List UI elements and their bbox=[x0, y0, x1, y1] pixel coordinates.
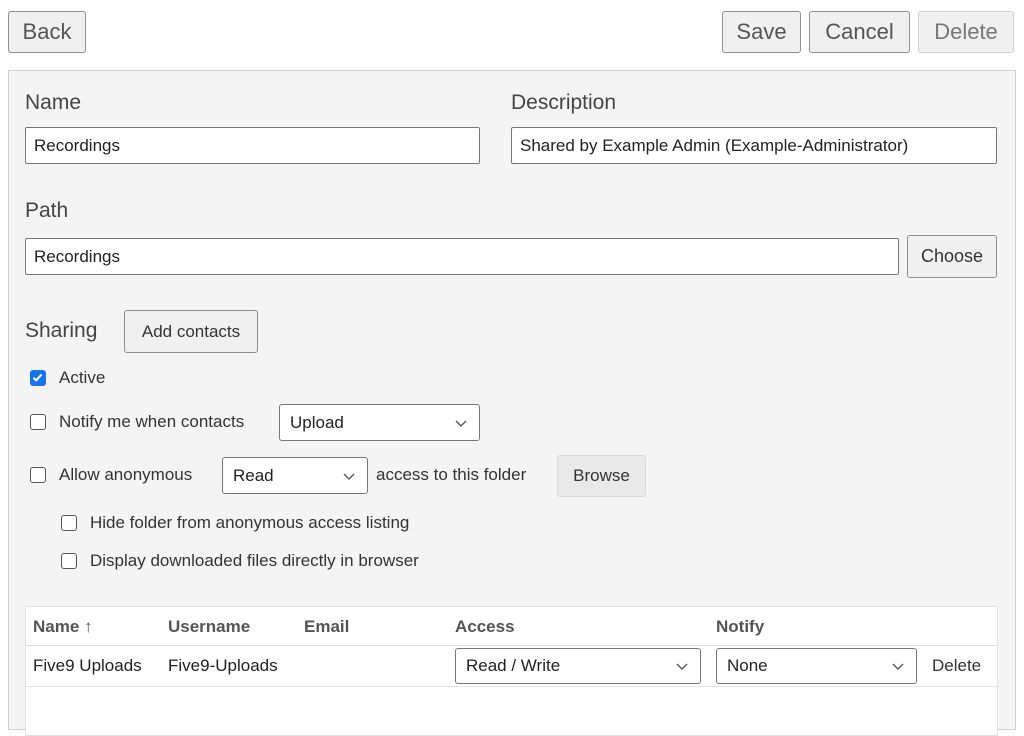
row-access-select[interactable]: Read / Write bbox=[455, 648, 701, 684]
allow-anonymous-label: Allow anonymous bbox=[59, 465, 193, 484]
path-input[interactable]: Recordings bbox=[25, 238, 899, 275]
row-notify-select[interactable]: None bbox=[716, 648, 917, 684]
browse-button[interactable]: Browse bbox=[557, 455, 646, 497]
path-label: Path bbox=[25, 199, 69, 222]
chevron-down-icon bbox=[453, 415, 469, 431]
notify-event-select[interactable]: Upload bbox=[279, 404, 480, 441]
row-notify-select-value: None bbox=[727, 656, 768, 675]
active-label: Active bbox=[59, 368, 106, 387]
table-row: Five9 Uploads Five9-Uploads Read / Write… bbox=[26, 646, 997, 687]
table-row-divider bbox=[26, 686, 997, 687]
hide-folder-checkbox[interactable] bbox=[61, 515, 77, 531]
notify-event-select-value: Upload bbox=[290, 412, 344, 432]
row-name: Five9 Uploads bbox=[33, 656, 142, 675]
choose-button[interactable]: Choose bbox=[907, 235, 997, 278]
hide-folder-label: Hide folder from anonymous access listin… bbox=[90, 513, 410, 532]
anonymous-access-select-value: Read bbox=[233, 465, 274, 485]
name-input[interactable]: Recordings bbox=[25, 127, 480, 164]
column-header-notify[interactable]: Notify bbox=[716, 617, 764, 637]
add-contacts-button[interactable]: Add contacts bbox=[124, 310, 258, 353]
notify-label: Notify me when contacts bbox=[59, 412, 245, 431]
anonymous-access-select[interactable]: Read bbox=[222, 457, 368, 494]
column-header-name[interactable]: Name ↑ bbox=[33, 617, 93, 637]
cancel-button[interactable]: Cancel bbox=[809, 11, 910, 53]
back-button[interactable]: Back bbox=[8, 11, 86, 53]
column-header-email[interactable]: Email bbox=[304, 617, 349, 637]
row-delete-link[interactable]: Delete bbox=[932, 656, 981, 676]
active-checkbox[interactable] bbox=[30, 370, 46, 386]
column-header-access[interactable]: Access bbox=[455, 617, 515, 637]
chevron-down-icon bbox=[674, 658, 690, 674]
row-username: Five9-Uploads bbox=[168, 656, 278, 675]
allow-anonymous-checkbox[interactable] bbox=[30, 467, 46, 483]
chevron-down-icon bbox=[890, 658, 906, 674]
description-label: Description bbox=[511, 91, 617, 114]
save-button[interactable]: Save bbox=[722, 11, 801, 53]
sharing-label: Sharing bbox=[25, 319, 98, 342]
notify-checkbox[interactable] bbox=[30, 414, 46, 430]
delete-button[interactable]: Delete bbox=[918, 11, 1014, 53]
column-header-username[interactable]: Username bbox=[168, 617, 250, 637]
chevron-down-icon bbox=[341, 468, 357, 484]
contacts-table: Name ↑ Username Email Access Notify Five… bbox=[25, 606, 998, 736]
name-label: Name bbox=[25, 91, 82, 114]
folder-settings-panel: Name Recordings Description Shared by Ex… bbox=[8, 70, 1016, 736]
row-access-select-value: Read / Write bbox=[466, 656, 561, 675]
display-in-browser-checkbox[interactable] bbox=[61, 553, 77, 569]
description-input[interactable]: Shared by Example Admin (Example-Adminis… bbox=[511, 127, 997, 164]
display-in-browser-label: Display downloaded files directly in bro… bbox=[90, 551, 419, 570]
access-suffix-label: access to this folder bbox=[376, 465, 527, 484]
